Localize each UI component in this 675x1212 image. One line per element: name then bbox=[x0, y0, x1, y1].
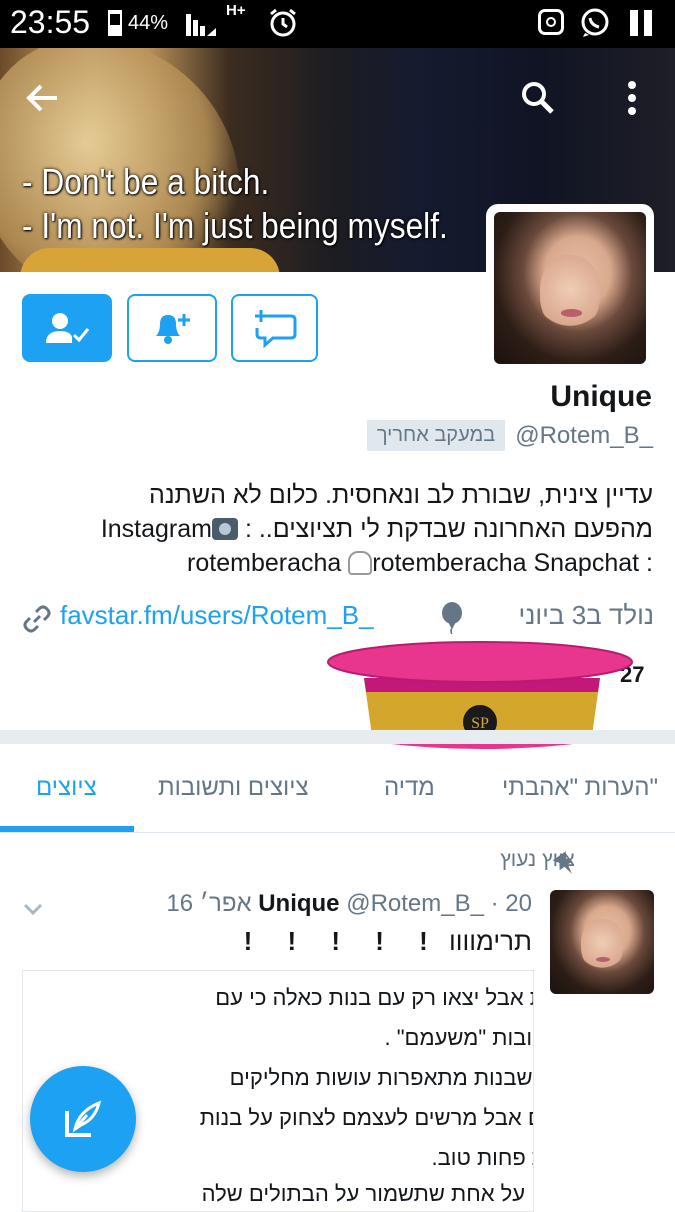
search-icon bbox=[522, 82, 554, 114]
media-text-line: וניתוחים אבל מרשים לעצמם לצחוק על בנות bbox=[199, 1105, 533, 1130]
alarm-icon bbox=[270, 8, 296, 37]
message-plus-icon bbox=[254, 310, 296, 348]
handle-row: @Rotem_B_ במעקב אחריך bbox=[366, 420, 653, 451]
battery-level: 44% bbox=[128, 12, 169, 34]
message-button[interactable] bbox=[231, 294, 318, 362]
pinned-tweet-label: ציוץ נעוץ bbox=[500, 848, 575, 871]
birthday-balloon-icon bbox=[442, 602, 462, 634]
tab-tweets[interactable]: ציוצים bbox=[36, 774, 97, 802]
following-button[interactable] bbox=[22, 294, 112, 362]
tab-likes[interactable]: הערות "אהבתי" bbox=[502, 774, 658, 802]
ghost-emoji-icon bbox=[348, 551, 373, 575]
section-divider bbox=[0, 730, 675, 744]
pause-icon bbox=[628, 10, 654, 36]
tweet-exclamations: ! ! ! ! ! bbox=[243, 926, 442, 956]
battery-icon bbox=[108, 10, 122, 36]
camera-emoji-icon bbox=[212, 518, 238, 540]
media-text-line: שנראות פחות טוב. bbox=[431, 1145, 534, 1170]
more-vert-icon bbox=[628, 81, 636, 115]
banner-caption: - Don't be a bitch. - I'm not. I'm just … bbox=[22, 160, 480, 248]
follows-you-badge: במעקב אחריך bbox=[366, 420, 506, 451]
banner-caption-line2: - I'm not. I'm just being myself. bbox=[22, 205, 448, 246]
more-options-button[interactable] bbox=[608, 74, 656, 122]
media-text-line: ומעשנת אבל יצאו רק עם בנות כאלה כי עם bbox=[215, 985, 533, 1010]
clock: 23:55 bbox=[10, 4, 91, 40]
tweet-avatar[interactable] bbox=[550, 890, 654, 994]
status-bar: 23:55 44% H+ bbox=[0, 0, 675, 48]
profile-link[interactable]: favstar.fm/users/Rotem_B_ bbox=[60, 600, 374, 631]
media-text-line: ילדות טובות "משעמם" . bbox=[384, 1025, 534, 1050]
banner-caption-line1: - Don't be a bitch. bbox=[22, 161, 270, 202]
instagram-icon bbox=[538, 9, 564, 35]
search-button[interactable] bbox=[514, 74, 562, 122]
user-check-icon bbox=[46, 313, 90, 343]
profile-name: Unique bbox=[550, 380, 652, 413]
bio-text: rotemberacha Snapchat bbox=[372, 549, 640, 577]
media-text-line: שונאים שבנות מתאפרות עושות מחליקים bbox=[229, 1065, 533, 1090]
media-text-line: מדברים על אחת שתשמור על הבתולים שלה bbox=[201, 1181, 533, 1206]
profile-avatar[interactable] bbox=[486, 204, 654, 372]
compose-tweet-button[interactable] bbox=[30, 1066, 136, 1172]
avatar-photo bbox=[494, 212, 646, 364]
tweet-text-body: תרימוווו bbox=[449, 926, 532, 956]
notifications-button[interactable] bbox=[127, 294, 217, 362]
link-icon bbox=[23, 605, 51, 633]
tab-media[interactable]: מדיה bbox=[384, 774, 435, 802]
tweet-text: תרימוווו ! ! ! ! ! bbox=[244, 926, 532, 957]
bell-plus-icon bbox=[156, 314, 190, 344]
birthday-text: נולד ב3 ביוני bbox=[518, 600, 654, 630]
tweet-author-handle[interactable]: @Rotem_B_ bbox=[346, 890, 484, 917]
whatsapp-icon bbox=[581, 8, 609, 37]
tab-tweets-replies[interactable]: ציוצים ותשובות bbox=[158, 774, 309, 802]
tweet-header: Unique @Rotem_B_ · 20 אפר׳ 16 bbox=[166, 890, 532, 918]
bio-line: עדיין צינית, שבורת לב ונאחסית. כלום לא ה… bbox=[148, 481, 653, 509]
bio-line: : rotemberacha rotemberacha Snapchat bbox=[13, 546, 653, 580]
chevron-down-icon[interactable] bbox=[22, 898, 44, 920]
back-arrow-icon bbox=[26, 84, 57, 112]
network-type: H+ bbox=[226, 2, 246, 19]
compose-feather-icon bbox=[65, 1100, 102, 1137]
tweet-author-name[interactable]: Unique bbox=[258, 890, 339, 917]
profile-meta: favstar.fm/users/Rotem_B_ נולד ב3 ביוני bbox=[22, 600, 654, 640]
bio-line: מהפעם האחרונה שבדקת לי תציוצים.. : Insta… bbox=[13, 512, 653, 546]
banner-photo-shirt bbox=[20, 248, 280, 272]
active-tab-indicator bbox=[0, 826, 134, 832]
signal-icon bbox=[186, 14, 216, 36]
bio-text: Instagram bbox=[100, 515, 212, 543]
profile-handle: @Rotem_B_ bbox=[515, 421, 653, 449]
bio-text: מהפעם האחרונה שבדקת לי תציוצים.. : bbox=[244, 515, 653, 543]
profile-tabs: ציוצים ציוצים ותשובות מדיה הערות "אהבתי" bbox=[0, 744, 675, 833]
profile-bio: עדיין צינית, שבורת לב ונאחסית. כלום לא ה… bbox=[13, 478, 653, 580]
back-button[interactable] bbox=[18, 74, 66, 122]
